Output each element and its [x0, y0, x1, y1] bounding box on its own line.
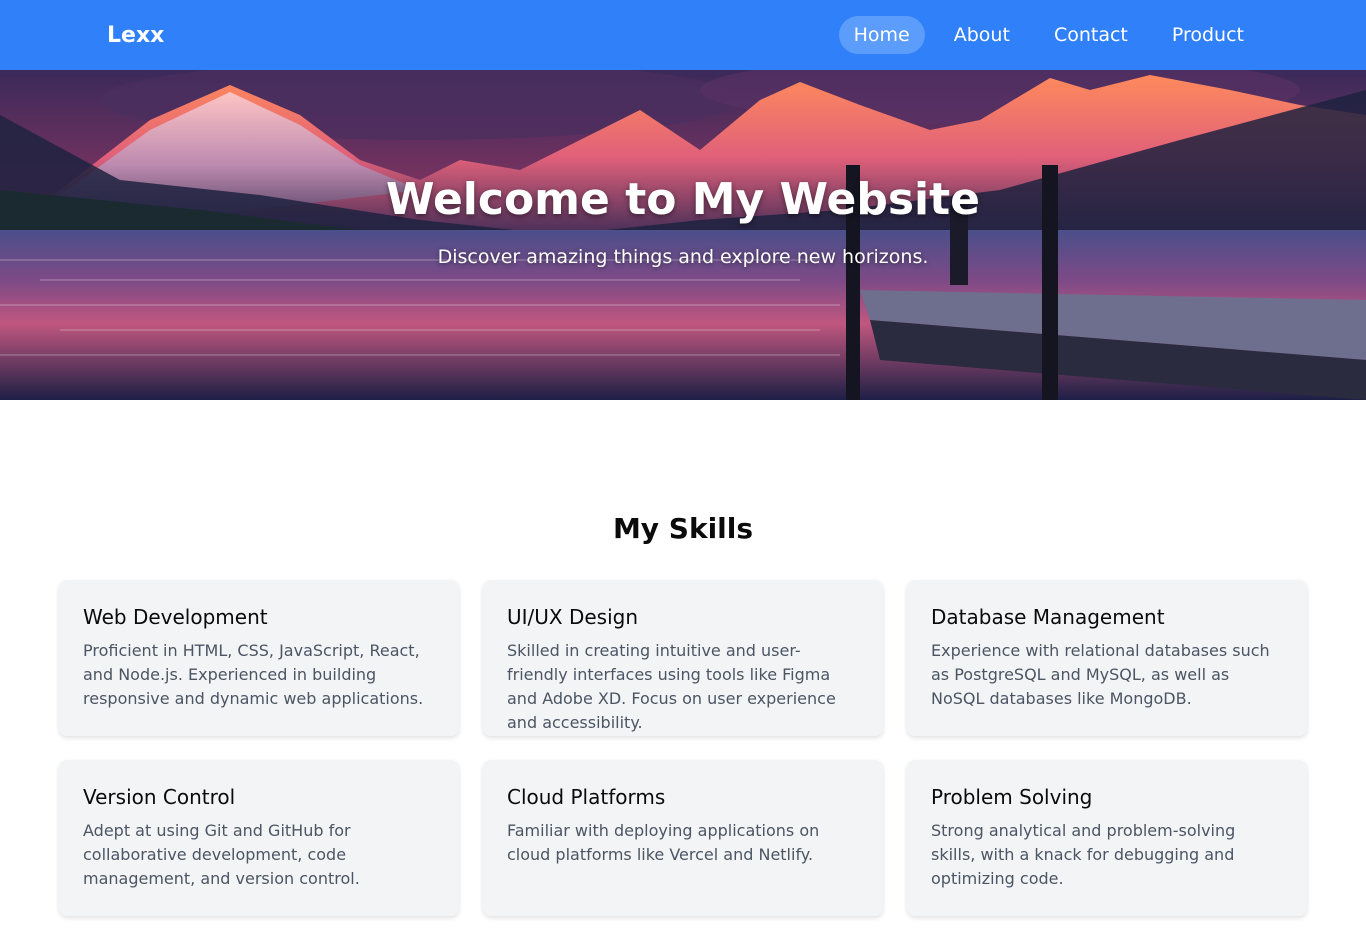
- nav-link-about[interactable]: About: [939, 16, 1025, 54]
- hero-title: Welcome to My Website: [385, 174, 981, 225]
- skill-card-title: Cloud Platforms: [507, 785, 666, 809]
- navbar: Lexx Home About Contact Product: [0, 0, 1366, 70]
- nav-link-contact[interactable]: Contact: [1039, 16, 1143, 54]
- skill-card-description: Experience with relational databases suc…: [931, 641, 1270, 708]
- skill-card-description: Skilled in creating intuitive and user-f…: [507, 641, 836, 732]
- hero-text: Welcome to My Website Discover amazing t…: [0, 70, 1366, 400]
- skill-card-description: Strong analytical and problem-solving sk…: [931, 821, 1236, 888]
- skill-card-ui-ux-design: UI/UX Design Skilled in creating intuiti…: [483, 580, 883, 736]
- skill-card-description: Adept at using Git and GitHub for collab…: [83, 821, 360, 888]
- skill-card-title: Problem Solving: [931, 785, 1093, 809]
- skill-card-web-development: Web Development Proficient in HTML, CSS,…: [59, 580, 459, 736]
- skill-card-version-control: Version Control Adept at using Git and G…: [59, 760, 459, 916]
- skill-card-description: Familiar with deploying applications on …: [507, 821, 820, 864]
- skill-card-title: Database Management: [931, 605, 1165, 629]
- skills-heading: My Skills: [612, 512, 754, 545]
- skill-card-cloud-platforms: Cloud Platforms Familiar with deploying …: [483, 760, 883, 916]
- hero-banner: Welcome to My Website Discover amazing t…: [0, 70, 1366, 400]
- nav-link-home[interactable]: Home: [838, 16, 925, 54]
- skill-card-database-management: Database Management Experience with rela…: [907, 580, 1307, 736]
- skill-card-problem-solving: Problem Solving Strong analytical and pr…: [907, 760, 1307, 916]
- skill-card-title: UI/UX Design: [507, 605, 639, 629]
- skill-card-title: Web Development: [83, 605, 268, 629]
- skills-grid: Web Development Proficient in HTML, CSS,…: [59, 580, 1307, 916]
- skill-card-description: Proficient in HTML, CSS, JavaScript, Rea…: [83, 641, 424, 708]
- nav-links: Home About Contact Product: [838, 16, 1259, 54]
- skill-card-title: Version Control: [83, 785, 236, 809]
- hero-subtitle: Discover amazing things and explore new …: [437, 246, 929, 268]
- brand-logo[interactable]: Lexx: [107, 0, 164, 70]
- nav-link-product[interactable]: Product: [1157, 16, 1259, 54]
